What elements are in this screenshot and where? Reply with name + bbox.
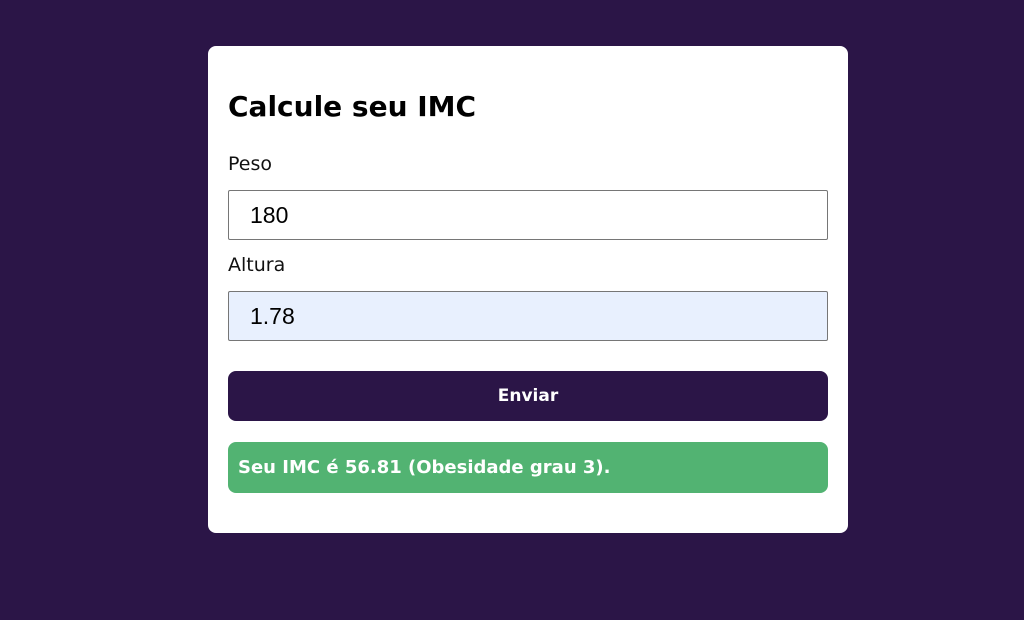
altura-label: Altura [228, 254, 286, 276]
imc-card: Calcule seu IMC Peso Altura Enviar Seu I… [208, 46, 848, 533]
page-title: Calcule seu IMC [228, 90, 477, 123]
peso-label: Peso [228, 153, 272, 175]
altura-input[interactable] [228, 291, 828, 341]
submit-button[interactable]: Enviar [228, 371, 828, 421]
result-message: Seu IMC é 56.81 (Obesidade grau 3). [228, 442, 828, 493]
peso-input[interactable] [228, 190, 828, 240]
